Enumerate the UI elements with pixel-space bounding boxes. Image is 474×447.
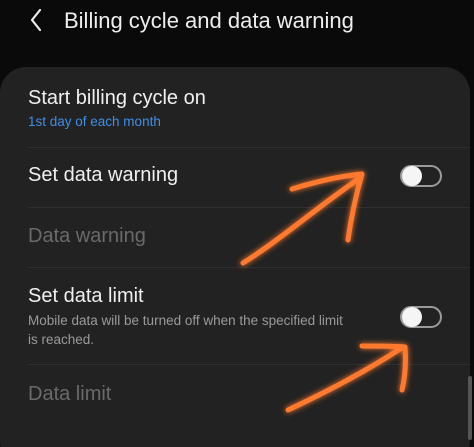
switch-knob (402, 307, 422, 327)
settings-card: Start billing cycle on 1st day of each m… (0, 67, 470, 447)
settings-screen: Billing cycle and data warning Start bil… (0, 0, 474, 447)
billing-cycle-title: Start billing cycle on (28, 87, 206, 109)
page-title: Billing cycle and data warning (64, 8, 354, 33)
data-warning-switch[interactable] (400, 165, 442, 187)
data-limit-toggle-row[interactable]: Set data limit Mobile data will be turne… (0, 268, 470, 364)
data-limit-switch[interactable] (400, 306, 442, 328)
data-limit-description: Mobile data will be turned off when the … (28, 313, 343, 328)
billing-cycle-row[interactable]: Start billing cycle on 1st day of each m… (0, 67, 470, 147)
data-limit-row: Data limit (0, 365, 470, 425)
data-warning-title: Data warning (28, 225, 146, 247)
data-warning-toggle-title: Set data warning (28, 164, 179, 186)
app-header: Billing cycle and data warning (0, 0, 474, 44)
data-limit-title: Data limit (28, 383, 112, 405)
data-warning-row: Data warning (0, 208, 470, 266)
data-limit-description-cont: is reached. (28, 332, 95, 347)
scrollbar[interactable] (468, 376, 472, 440)
chevron-left-icon (30, 8, 42, 32)
billing-cycle-value: 1st day of each month (28, 114, 161, 129)
switch-knob (402, 166, 422, 186)
back-button[interactable] (24, 4, 52, 36)
data-limit-toggle-title: Set data limit (28, 285, 144, 307)
data-warning-toggle-row[interactable]: Set data warning (0, 148, 470, 206)
